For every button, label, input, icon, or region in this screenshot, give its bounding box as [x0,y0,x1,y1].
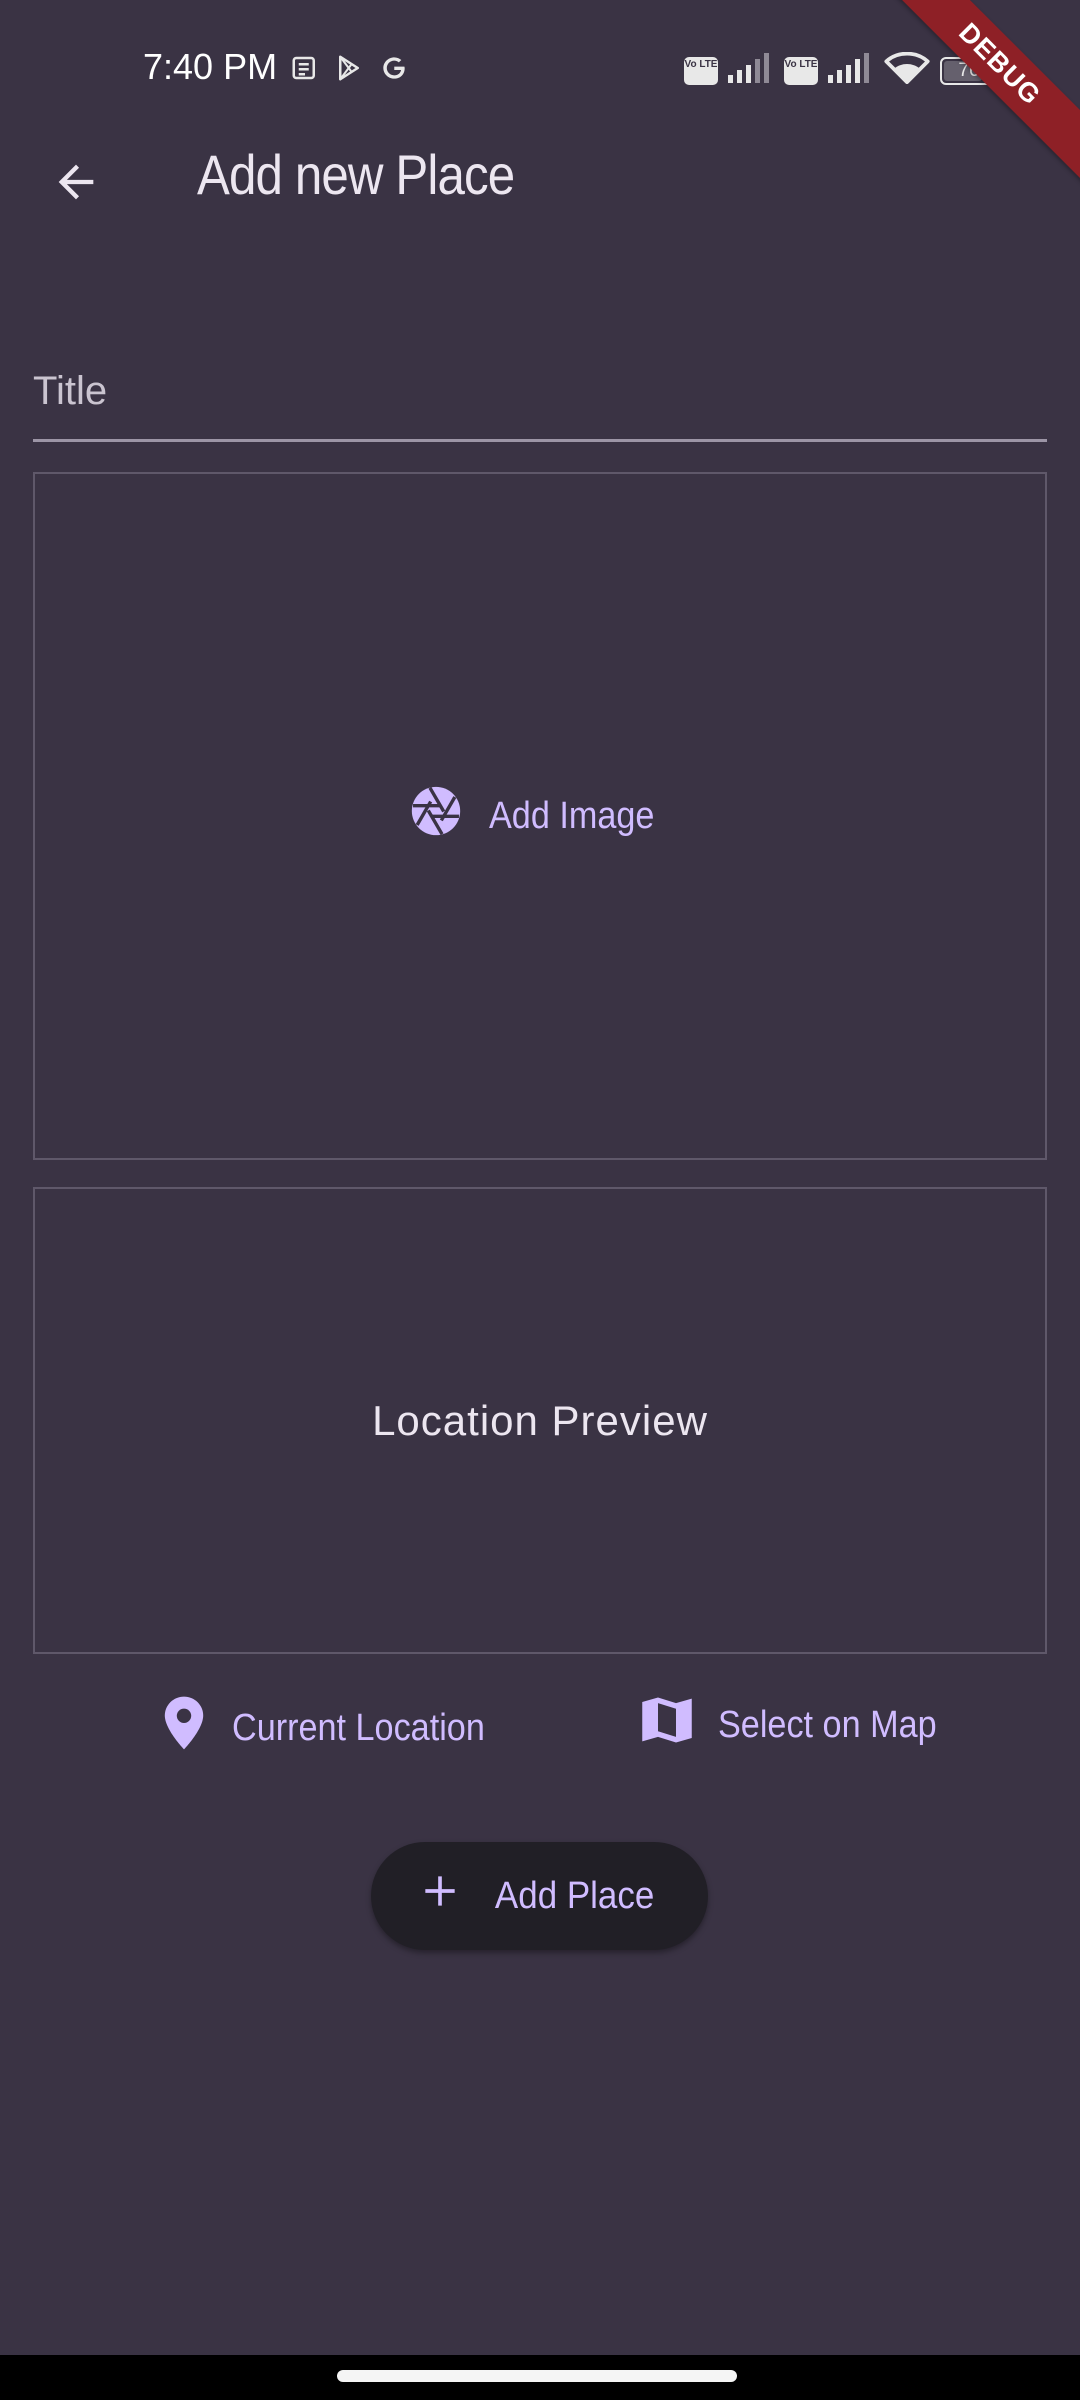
location-actions: Current Location Select on Map [0,1682,1080,1762]
system-icons: Vo LTE Vo LTE 76 [684,51,998,89]
signal-icon [728,53,774,88]
home-indicator[interactable] [337,2370,737,2382]
page-title: Add new Place [197,143,515,206]
location-preview-text: Location Preview [372,1396,708,1444]
signal-icon [828,53,874,88]
add-image-button[interactable]: Add Image [387,770,693,862]
volte-icon: Vo LTE [784,56,818,85]
plus-icon [418,1869,462,1923]
status-time: 7:40 PM [143,46,278,87]
add-place-button[interactable]: Add Place [371,1842,708,1950]
location-pin-icon [160,1694,208,1762]
camera-aperture-icon [407,782,465,850]
play-store-icon [334,53,364,88]
current-location-label: Current Location [232,1706,485,1749]
notification-icons [290,52,410,89]
select-on-map-button[interactable]: Select on Map [620,1682,981,1768]
title-input[interactable] [33,310,1047,442]
location-preview-box: Location Preview [33,1187,1047,1654]
news-icon [290,53,320,88]
add-place-label: Add Place [494,1874,655,1917]
title-field[interactable] [33,310,1047,446]
add-image-label: Add Image [489,794,655,837]
image-preview-box: Add Image [33,472,1047,1160]
add-place-screen: 7:40 PM Vo LTE Vo LTE 76 DEBUG Add new P… [0,0,1080,2400]
back-button[interactable] [40,148,112,220]
map-icon [640,1694,694,1756]
app-bar: Add new Place [0,120,1080,240]
select-on-map-label: Select on Map [718,1703,937,1746]
volte-icon: Vo LTE [684,56,718,85]
navigation-bar [0,2355,1080,2400]
google-icon [378,52,410,89]
status-bar: 7:40 PM Vo LTE Vo LTE 76 [0,0,1080,140]
arrow-back-icon [50,156,102,213]
wifi-icon [884,51,930,89]
current-location-button[interactable]: Current Location [140,1682,533,1774]
